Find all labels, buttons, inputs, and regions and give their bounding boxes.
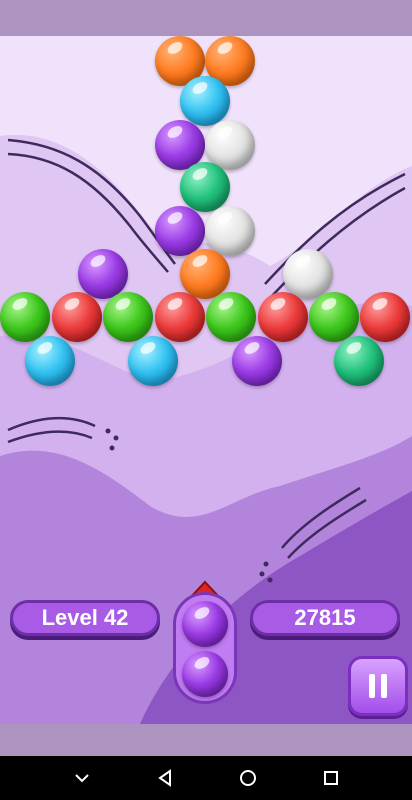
white-bubble (205, 206, 255, 256)
teal-bubble (334, 336, 384, 386)
orange-bubble (180, 249, 230, 299)
pause-button[interactable] (348, 656, 408, 716)
green-bubble (206, 292, 256, 342)
status-bar (0, 0, 412, 36)
navigation-bar (0, 756, 412, 800)
green-bubble (103, 292, 153, 342)
shooter[interactable] (173, 592, 237, 704)
score-value: 27815 (294, 605, 356, 630)
level-indicator: Level 42 (10, 600, 160, 636)
recents-square-icon[interactable] (311, 758, 351, 798)
green-bubble (309, 292, 359, 342)
level-label: Level 42 (41, 605, 129, 630)
blue-bubble (25, 336, 75, 386)
blue-bubble (128, 336, 178, 386)
green-bubble (0, 292, 50, 342)
purple-bubble (155, 206, 205, 256)
back-triangle-icon[interactable] (145, 758, 185, 798)
current-shot-bubble[interactable] (182, 601, 228, 647)
next-shot-bubble[interactable] (182, 651, 228, 697)
home-circle-icon[interactable] (228, 758, 268, 798)
chevron-down-icon[interactable] (62, 758, 102, 798)
red-bubble (258, 292, 308, 342)
bottom-strip (0, 724, 412, 756)
red-bubble (155, 292, 205, 342)
purple-bubble (232, 336, 282, 386)
purple-bubble (78, 249, 128, 299)
pause-icon (366, 674, 390, 698)
red-bubble (360, 292, 410, 342)
blue-bubble (180, 76, 230, 126)
score-display: 27815 (250, 600, 400, 636)
teal-bubble (180, 162, 230, 212)
white-bubble (283, 249, 333, 299)
red-bubble (52, 292, 102, 342)
